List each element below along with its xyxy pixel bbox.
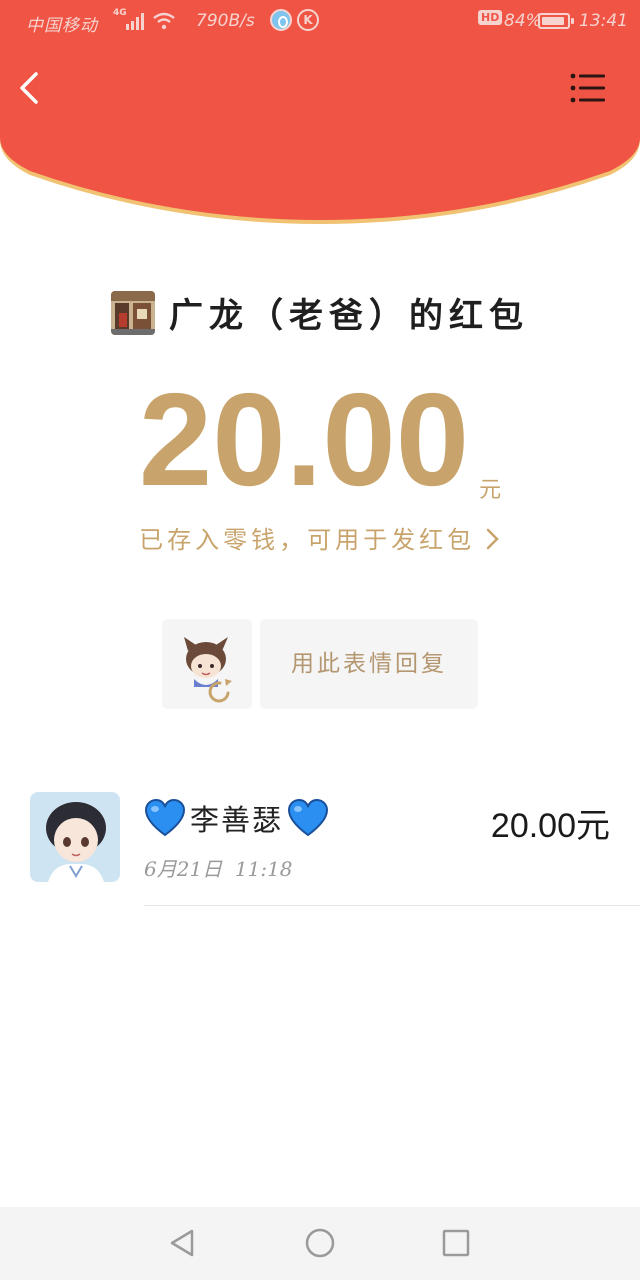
amount-display: 20.00 元 [0,370,640,510]
chevron-right-icon [475,526,501,554]
receiver-avatar[interactable] [30,792,120,882]
red-packet-title: 广龙（老爸）的红包 [169,296,529,336]
wifi-icon [152,12,176,35]
status-bar: 中国移动 4G 790B/s K HD 84% 13:41 [0,0,640,44]
network-type-label: 4G [113,8,127,18]
blue-heart-icon [144,798,186,837]
records-menu-button[interactable] [562,68,612,108]
reply-with-sticker-button[interactable]: 用此表情回复 [260,619,478,709]
blue-heart-icon [288,798,329,837]
chevron-left-icon [20,72,38,104]
network-speed-label: 790B/s [196,11,255,31]
carrier-label: 中国移动 [26,16,98,36]
music-app-icon [270,9,292,31]
clock-label: 13:41 [579,11,628,31]
sticker-avatar-icon [184,637,232,703]
amount-value: 20.00 [138,366,470,513]
back-button[interactable] [10,66,50,110]
receive-time: 6月21日 11:18 [144,857,293,881]
receiver-list-item[interactable]: 李善瑟 6月21日 11:18 20.00元 [0,782,640,906]
system-nav-bar [0,1207,640,1280]
sender-row: 广龙（老爸）的红包 [0,288,640,338]
sender-avatar[interactable] [111,290,155,335]
battery-icon [538,13,574,29]
signal-icon [126,12,146,35]
list-divider [144,905,640,906]
sticker-refresh-button[interactable] [162,619,252,709]
receiver-amount: 20.00元 [490,807,610,845]
receiver-name: 李善瑟 [190,803,284,837]
circle-home-icon [305,1228,335,1258]
square-recents-icon [442,1229,470,1257]
nav-recents-button[interactable] [436,1223,476,1263]
nav-back-button[interactable] [162,1223,202,1263]
amount-unit: 元 [479,478,502,503]
saved-to-change-link[interactable]: 已存入零钱，可用于发红包 [0,520,640,555]
k-app-icon: K [297,9,319,31]
hd-badge: HD [478,10,503,25]
triangle-back-icon [170,1229,194,1257]
screen: 中国移动 4G 790B/s K HD 84% 13:41 广龙（老爸）的红包 … [0,0,640,1280]
list-menu-icon [570,73,605,103]
battery-percent-label: 84% [504,11,542,31]
receiver-name-row: 李善瑟 [144,796,329,840]
nav-home-button[interactable] [300,1223,340,1263]
saved-note-text: 已存入零钱，可用于发红包 [139,526,476,554]
